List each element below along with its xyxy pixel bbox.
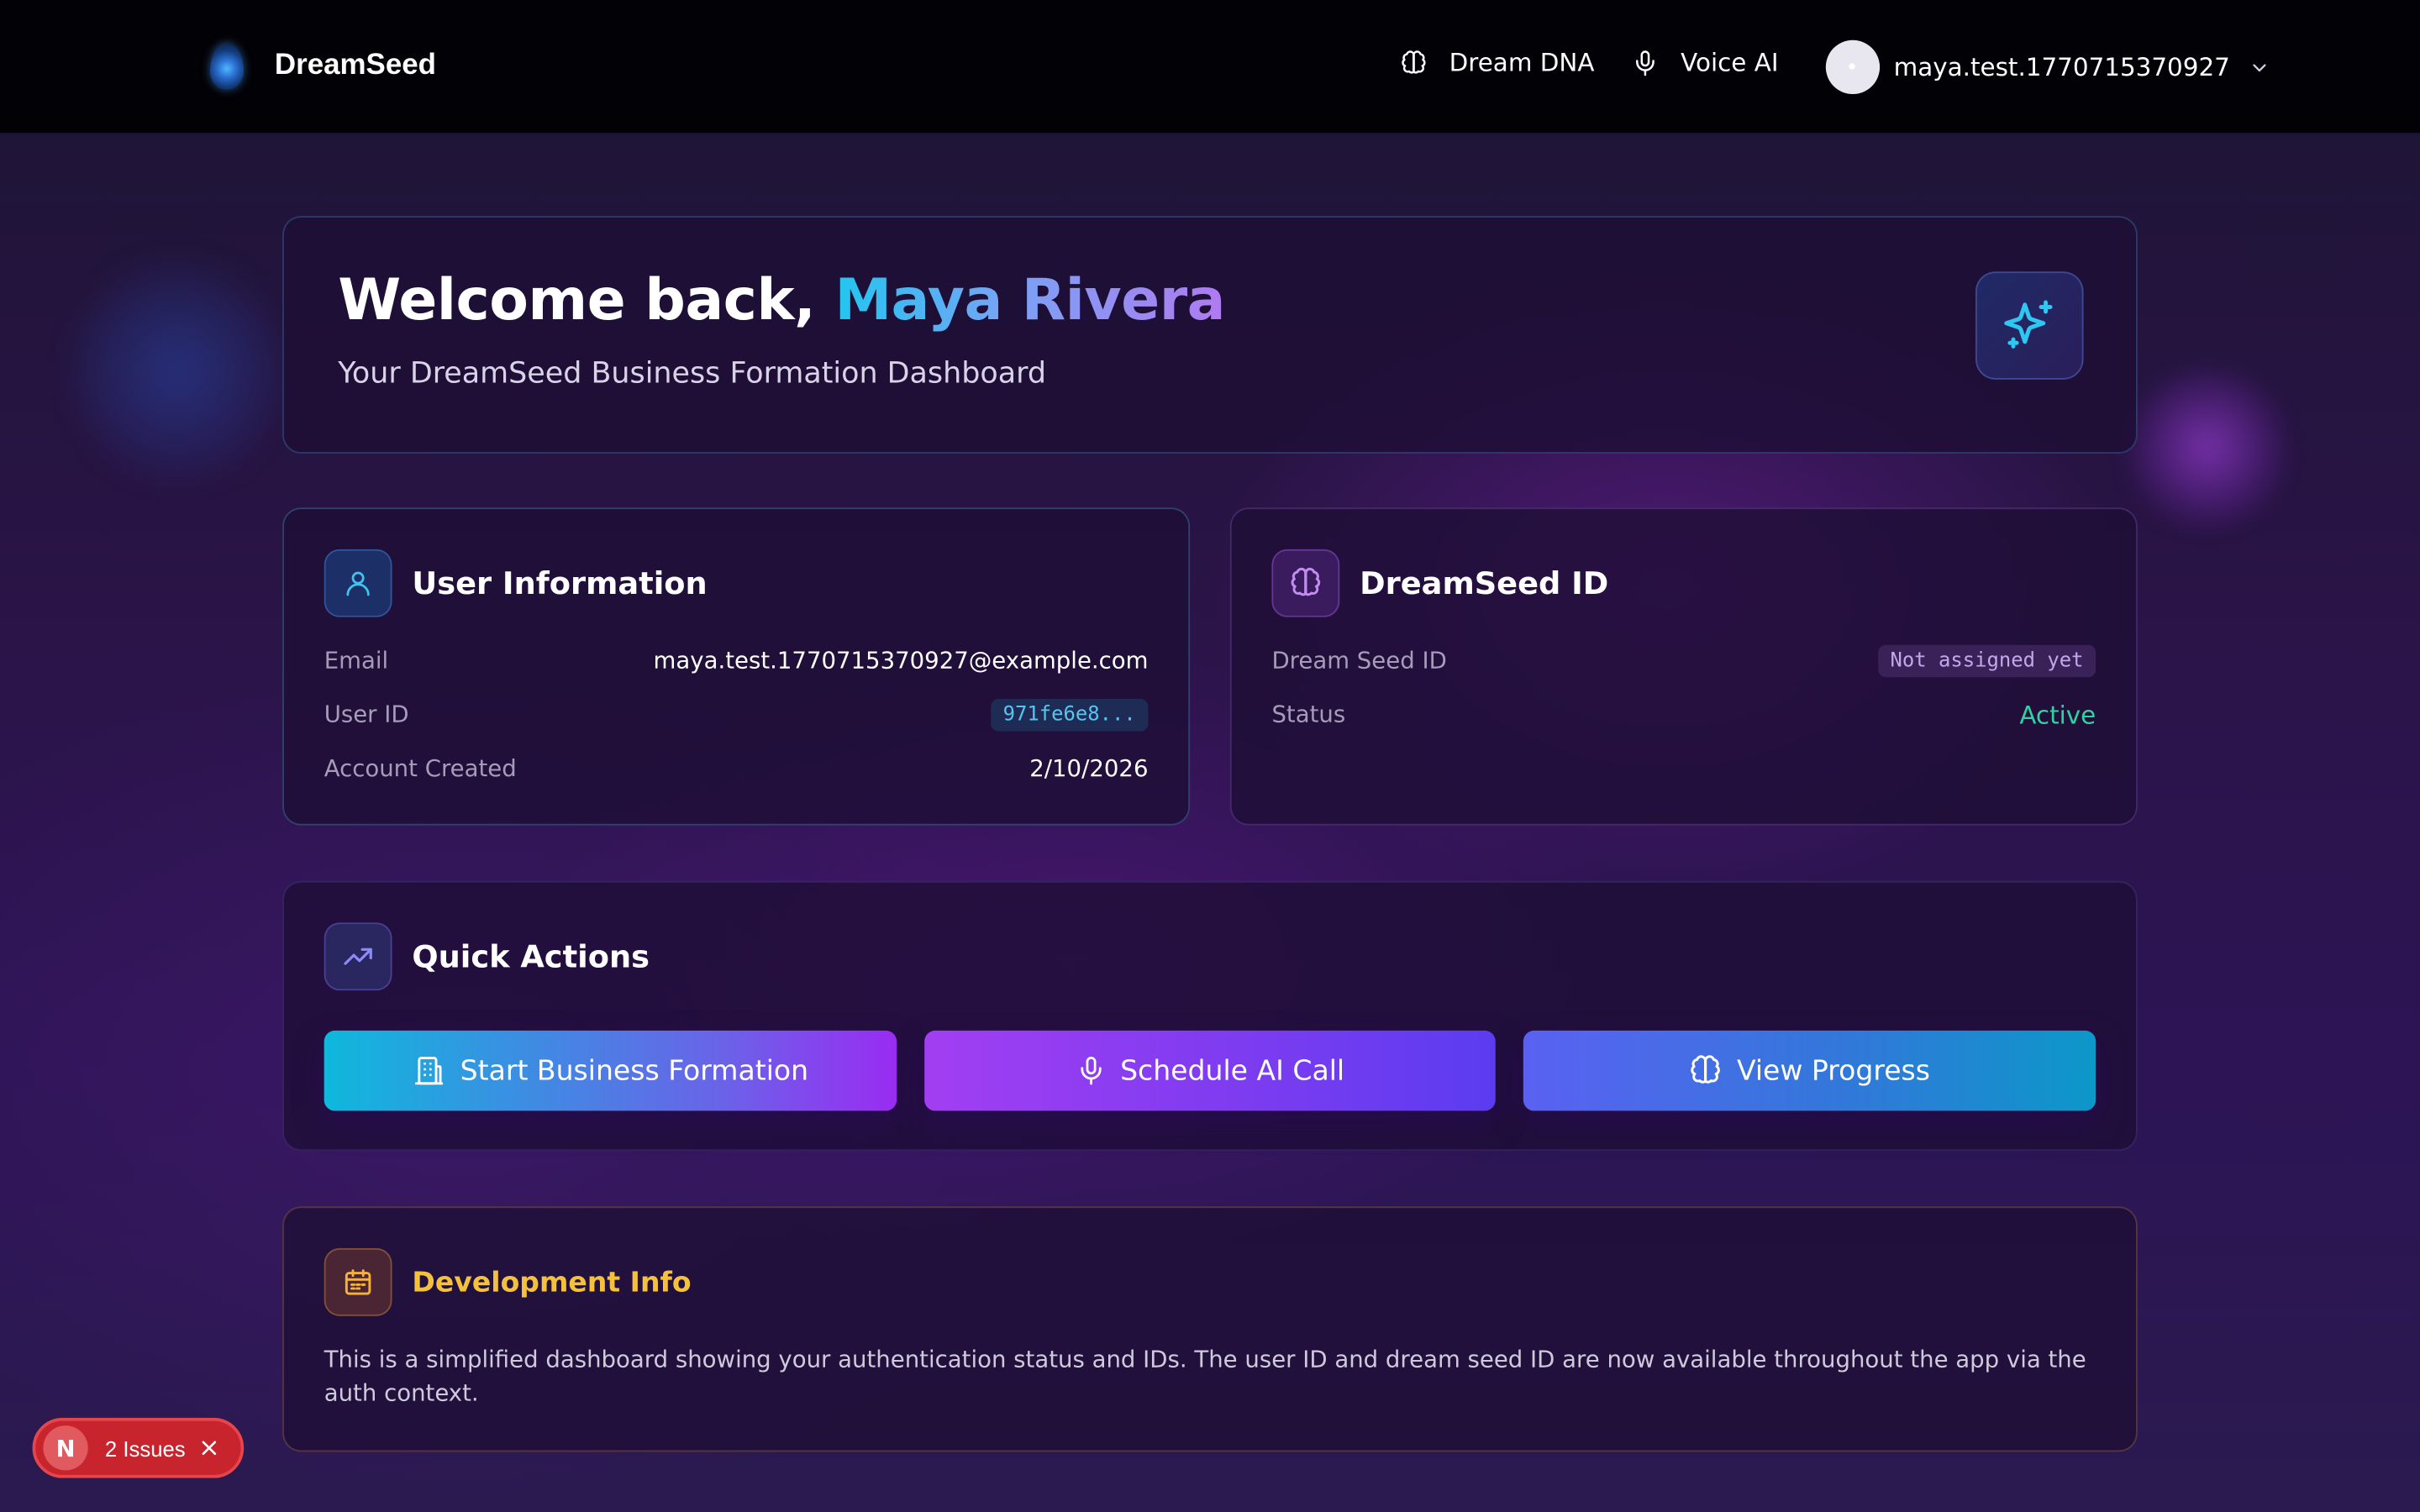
welcome-greeting: Welcome back, bbox=[338, 266, 835, 333]
brain-icon bbox=[1291, 567, 1321, 596]
card-icon-badge bbox=[324, 922, 392, 991]
dashboard-page: DreamSeed Dream DNA Voice AI maya.test.1… bbox=[0, 0, 2420, 1512]
user-menu[interactable]: maya.test.1770715370927 bbox=[1825, 39, 2270, 95]
quick-actions-card: Quick Actions Start Business Formation S… bbox=[282, 880, 2138, 1152]
brain-icon bbox=[1402, 50, 1426, 73]
nav-link-label: Dream DNA bbox=[1449, 47, 1595, 77]
row-label: Status bbox=[1271, 700, 1346, 728]
nav-link-voice-ai[interactable]: Voice AI bbox=[1631, 48, 1778, 77]
nextjs-logo-icon: N bbox=[43, 1425, 88, 1471]
microphone-icon bbox=[1081, 1056, 1102, 1085]
decorative-glow-right bbox=[2122, 362, 2292, 533]
top-navigation: DreamSeed Dream DNA Voice AI maya.test.1… bbox=[0, 0, 2420, 134]
chevron-down-icon bbox=[2253, 63, 2266, 71]
decorative-glow-left bbox=[69, 246, 286, 494]
start-business-formation-button[interactable]: Start Business Formation bbox=[324, 1030, 897, 1111]
card-title: DreamSeed ID bbox=[1360, 564, 1609, 602]
sparkle-button[interactable] bbox=[1975, 271, 2084, 380]
dream-seed-id-chip: Not assigned yet bbox=[1877, 643, 2096, 677]
card-icon-badge bbox=[324, 1247, 392, 1316]
card-title: Quick Actions bbox=[412, 937, 650, 975]
button-label: Schedule AI Call bbox=[1120, 1054, 1345, 1087]
status-badge: Active bbox=[2019, 699, 2096, 729]
user-id-chip: 971fe6e8... bbox=[990, 698, 1149, 731]
brain-icon bbox=[1691, 1055, 1721, 1084]
row-label: User ID bbox=[324, 700, 409, 728]
row-label: Dream Seed ID bbox=[1271, 646, 1447, 675]
row-value: maya.test.1770715370927@example.com bbox=[653, 646, 1149, 675]
info-row-status: Status Active bbox=[1271, 695, 2096, 735]
button-label: Start Business Formation bbox=[460, 1054, 809, 1087]
welcome-user-name: Maya Rivera bbox=[834, 266, 1225, 333]
nav-link-dream-dna[interactable]: Dream DNA bbox=[1400, 48, 1595, 77]
close-icon[interactable] bbox=[199, 1438, 219, 1458]
card-icon-badge bbox=[1271, 549, 1340, 617]
nav-link-label: Voice AI bbox=[1681, 47, 1779, 77]
button-label: View Progress bbox=[1736, 1054, 1931, 1087]
welcome-heading: Welcome back, Maya Rivera bbox=[338, 267, 1225, 333]
brand-name: DreamSeed bbox=[274, 49, 436, 82]
card-title: User Information bbox=[412, 564, 708, 602]
row-label: Email bbox=[324, 646, 389, 675]
info-row-dream-seed-id: Dream Seed ID Not assigned yet bbox=[1271, 640, 2096, 680]
info-row-email: Email maya.test.1770715370927@example.co… bbox=[324, 640, 1149, 680]
avatar bbox=[1825, 39, 1881, 95]
info-row-account-created: Account Created 2/10/2026 bbox=[324, 748, 1149, 789]
user-information-card: User Information Email maya.test.1770715… bbox=[282, 507, 1191, 826]
card-title: Development Info bbox=[412, 1266, 692, 1299]
building-icon bbox=[415, 1057, 444, 1085]
welcome-subtitle: Your DreamSeed Business Formation Dashbo… bbox=[338, 356, 1047, 391]
view-progress-button[interactable]: View Progress bbox=[1523, 1030, 2096, 1111]
card-icon-badge bbox=[324, 549, 392, 617]
row-value: 2/10/2026 bbox=[1029, 754, 1149, 783]
brand[interactable]: DreamSeed bbox=[209, 43, 436, 90]
development-info-text: This is a simplified dashboard showing y… bbox=[324, 1345, 2086, 1408]
microphone-icon bbox=[1636, 50, 1655, 76]
issues-label: 2 Issues bbox=[104, 1436, 186, 1461]
welcome-card: Welcome back, Maya Rivera Your DreamSeed… bbox=[282, 216, 2138, 454]
calendar-icon bbox=[345, 1269, 371, 1295]
sparkles-icon bbox=[2004, 300, 2053, 349]
user-name: maya.test.1770715370927 bbox=[1893, 52, 2230, 82]
row-label: Account Created bbox=[324, 754, 517, 783]
issues-badge[interactable]: N 2 Issues bbox=[32, 1417, 245, 1478]
dreamseed-logo-icon bbox=[209, 43, 245, 90]
trending-up-icon bbox=[344, 948, 372, 965]
user-icon bbox=[346, 571, 370, 596]
schedule-ai-call-button[interactable]: Schedule AI Call bbox=[924, 1030, 1496, 1111]
info-row-user-id: User ID 971fe6e8... bbox=[324, 695, 1149, 735]
dreamseed-id-card: DreamSeed ID Dream Seed ID Not assigned … bbox=[1229, 507, 2138, 826]
development-info-card: Development Info This is a simplified da… bbox=[282, 1206, 2138, 1452]
